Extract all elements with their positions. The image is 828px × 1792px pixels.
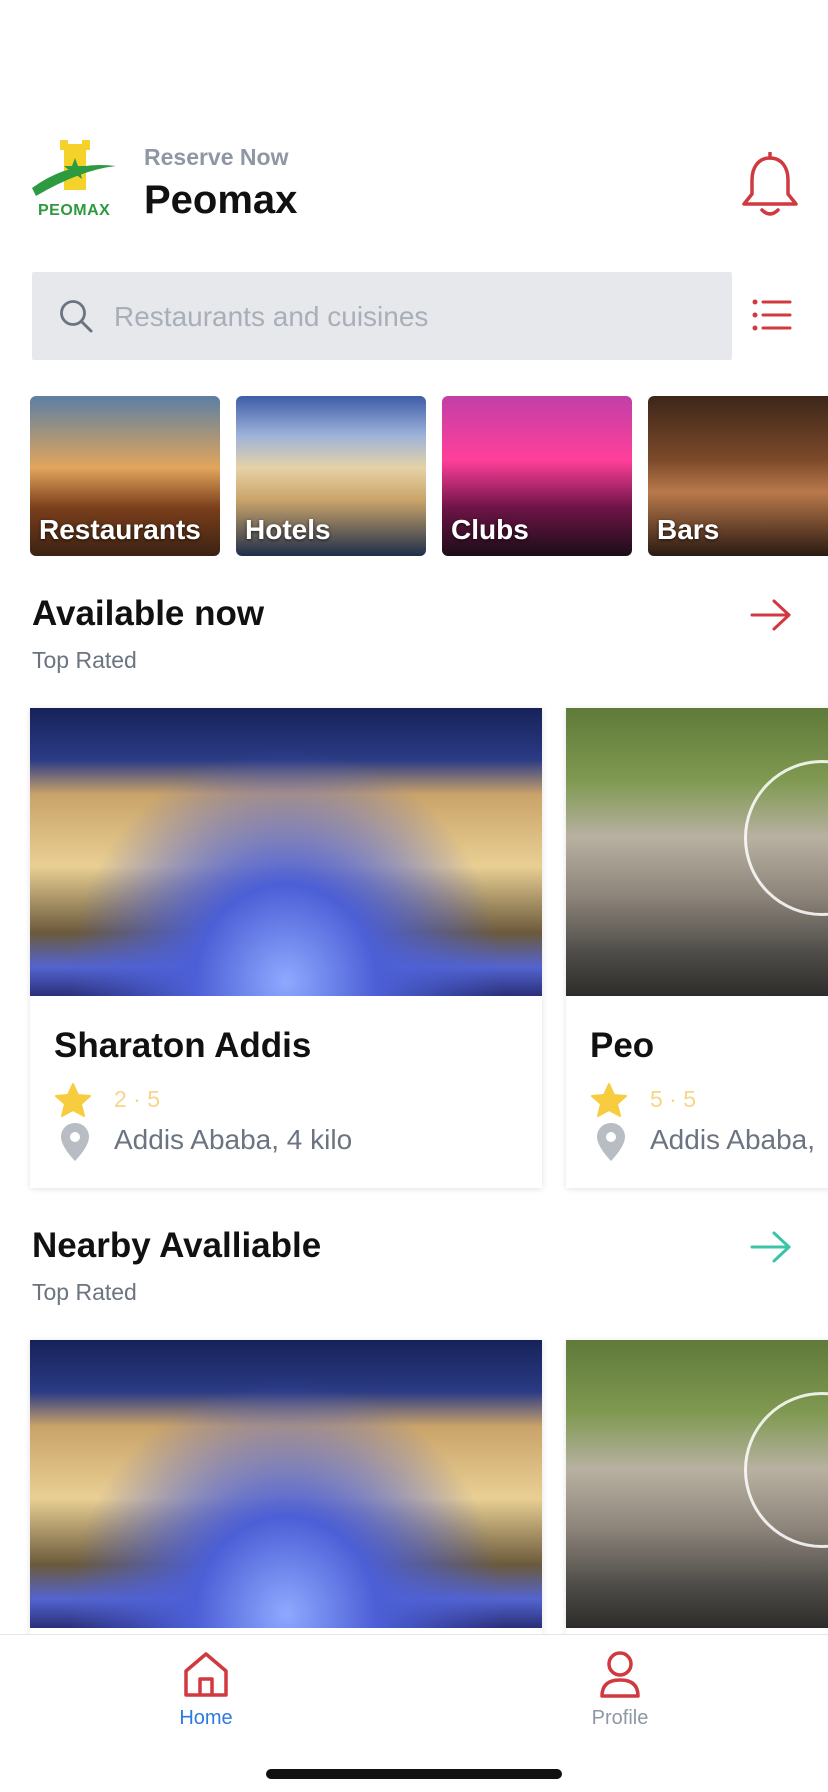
home-indicator (266, 1769, 562, 1779)
notification-bell-icon[interactable] (740, 151, 800, 218)
category-label: Hotels (245, 514, 331, 545)
category-restaurants[interactable]: Restaurants (30, 396, 220, 556)
venue-image (30, 1340, 542, 1628)
arrow-right-icon[interactable] (750, 598, 792, 632)
venue-image (566, 1340, 828, 1628)
home-icon (184, 1652, 228, 1697)
location-pin-icon (597, 1123, 625, 1161)
app-title: Peomax (144, 178, 298, 222)
category-bars[interactable]: Bars (648, 396, 828, 556)
venue-image (566, 708, 828, 996)
nearby-subtitle: Top Rated (32, 1279, 137, 1305)
nav-home-label: Home (179, 1707, 233, 1729)
arrow-right-icon[interactable] (750, 1230, 792, 1264)
venue-location: Addis Ababa, 4 kilo (114, 1124, 353, 1155)
bottom-navigation: Home Profile (0, 1634, 828, 1792)
venue-name: Peo (590, 1026, 655, 1065)
header-subtitle: Reserve Now (144, 144, 289, 170)
star-icon (55, 1083, 91, 1117)
category-label: Restaurants (39, 514, 201, 545)
category-label: Clubs (451, 514, 529, 545)
available-now-subtitle: Top Rated (32, 647, 137, 673)
search-icon (60, 300, 93, 333)
peo-logo-badge (744, 760, 828, 916)
nearby-venue-card[interactable] (566, 1340, 828, 1634)
star-icon (591, 1083, 627, 1117)
category-carousel: Restaurants Hotels Clubs Bars (30, 396, 828, 556)
peo-logo-badge (744, 1392, 828, 1548)
peomax-logo: PEOMAX (30, 140, 120, 224)
category-clubs[interactable]: Clubs (442, 396, 632, 556)
home-screen: PEOMAX Reserve Now Peomax Restaurants an… (0, 0, 828, 1792)
nav-profile-label: Profile (591, 1707, 649, 1729)
search-bar (32, 272, 732, 362)
venue-card[interactable]: Sharaton Addis 2 · 5 Addis Ababa, 4 kilo (30, 708, 542, 1188)
venue-location: Addis Ababa, (650, 1124, 816, 1155)
venue-image (30, 708, 542, 996)
location-pin-icon (61, 1123, 89, 1161)
filter-list-icon[interactable] (752, 298, 792, 332)
logo-text: PEOMAX (38, 202, 111, 219)
venue-rating: 2 · 5 (114, 1086, 161, 1112)
nearby-title: Nearby Avalliable (32, 1226, 322, 1265)
venue-rating: 5 · 5 (650, 1086, 697, 1112)
search-input[interactable] (112, 272, 716, 362)
nearby-venue-card[interactable] (30, 1340, 542, 1634)
nav-profile[interactable]: Profile (540, 1649, 700, 1749)
available-now-title: Available now (32, 594, 265, 633)
venue-name: Sharaton Addis (54, 1026, 312, 1065)
profile-icon (600, 1651, 640, 1698)
venue-card[interactable]: Peo 5 · 5 Addis Ababa, (566, 708, 828, 1188)
category-hotels[interactable]: Hotels (236, 396, 426, 556)
header: PEOMAX Reserve Now Peomax (30, 138, 800, 234)
category-label: Bars (657, 514, 720, 545)
nav-home[interactable]: Home (126, 1649, 286, 1749)
